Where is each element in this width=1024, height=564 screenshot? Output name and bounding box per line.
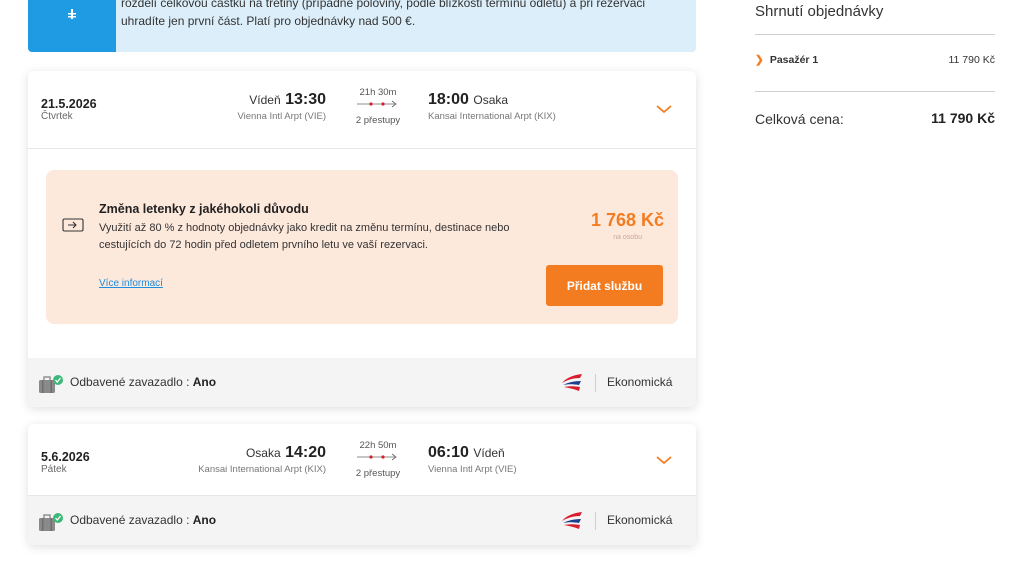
ticket-change-icon	[62, 218, 84, 232]
change-ticket-offer: Změna letenky z jakéhokoli důvodu Využit…	[46, 170, 678, 324]
baggage-value: Ano	[192, 375, 217, 389]
passenger-label: Pasažér 1	[769, 54, 819, 66]
baggage-icon	[39, 513, 63, 531]
flight-stops: 2 přestupy	[355, 115, 401, 126]
chevron-down-icon[interactable]	[655, 103, 673, 115]
flight-card-return: 5.6.2026 Pátek Osaka 14:20 Kansai Intern…	[28, 424, 696, 545]
flight-day: Pátek	[41, 464, 67, 475]
page: rozdělí celkovou částku na třetiny (příp…	[0, 0, 1024, 564]
departure: Osaka 14:20	[246, 444, 326, 462]
flight-footer: Odbavené zavazadlo : Ano Ekonomická	[28, 358, 696, 407]
flight-duration: 22h 50m	[359, 440, 397, 451]
baggage-status: Odbavené zavazadlo : Ano	[70, 375, 216, 389]
arrival-airport: Vienna Intl Arpt (VIE)	[428, 464, 517, 475]
arrival: 06:10 Vídeň	[428, 444, 505, 462]
arrival-airport: Kansai International Arpt (KIX)	[428, 111, 556, 122]
summary-divider	[755, 34, 995, 35]
route-arrow-icon	[357, 453, 397, 461]
info-icon	[68, 9, 76, 19]
offer-per-person: na osobu	[613, 234, 642, 241]
baggage-label: Odbavené zavazadlo :	[70, 375, 193, 389]
footer-divider	[595, 374, 596, 392]
airline-logo-icon	[562, 512, 582, 529]
more-info-link[interactable]: Více informací	[99, 278, 163, 289]
flight-stops: 2 přestupy	[355, 468, 401, 479]
chevron-right-icon: ❯	[755, 54, 764, 66]
offer-title: Změna letenky z jakéhokoli důvodu	[99, 202, 309, 216]
flight-day: Čtvrtek	[41, 111, 73, 122]
flight-date: 21.5.2026	[41, 97, 97, 111]
departure-airport: Kansai International Arpt (KIX)	[198, 464, 326, 475]
total-label: Celková cena:	[755, 111, 844, 127]
flight-card-outbound: 21.5.2026 Čtvrtek Vídeň 13:30 Vienna Int…	[28, 71, 696, 407]
arrival: 18:00 Osaka	[428, 91, 508, 109]
flight-date: 5.6.2026	[41, 450, 90, 464]
baggage-icon	[39, 375, 63, 393]
flight-footer: Odbavené zavazadlo : Ano Ekonomická	[28, 496, 696, 545]
flight-leg-outbound[interactable]: 21.5.2026 Čtvrtek Vídeň 13:30 Vienna Int…	[28, 71, 696, 149]
airline-logo-icon	[562, 374, 582, 391]
passenger-price: 11 790 Kč	[948, 54, 995, 66]
cabin-class: Ekonomická	[607, 375, 673, 389]
departure-airport: Vienna Intl Arpt (VIE)	[237, 111, 326, 122]
footer-divider	[595, 512, 596, 530]
summary-divider	[755, 91, 995, 92]
departure-time: 13:30	[285, 91, 326, 108]
banner-accent	[28, 0, 116, 52]
flight-leg-return[interactable]: 5.6.2026 Pátek Osaka 14:20 Kansai Intern…	[28, 424, 696, 496]
cabin-class: Ekonomická	[607, 513, 673, 527]
departure-city: Vídeň	[249, 93, 281, 107]
offer-price: 1 768 Kč	[590, 210, 664, 230]
arrival-time: 06:10	[428, 444, 469, 461]
summary-title: Shrnutí objednávky	[755, 3, 884, 20]
total-value: 11 790 Kč	[931, 110, 995, 126]
flight-duration: 21h 30m	[359, 87, 397, 98]
arrival-city: Vídeň	[473, 446, 505, 460]
route-arrow-icon	[357, 100, 397, 108]
passenger-row[interactable]: ❯ Pasažér 1	[755, 54, 818, 66]
baggage-value: Ano	[192, 513, 217, 527]
baggage-label: Odbavené zavazadlo :	[70, 513, 193, 527]
departure-time: 14:20	[285, 444, 326, 461]
departure: Vídeň 13:30	[249, 91, 326, 109]
banner-text: rozdělí celkovou částku na třetiny (příp…	[121, 0, 646, 28]
chevron-down-icon[interactable]	[655, 454, 673, 466]
arrival-time: 18:00	[428, 91, 469, 108]
info-banner: rozdělí celkovou částku na třetiny (příp…	[28, 0, 696, 52]
baggage-status: Odbavené zavazadlo : Ano	[70, 513, 216, 527]
arrival-city: Osaka	[473, 93, 509, 107]
offer-description: Využití až 80 % z hodnoty objednávky jak…	[99, 222, 510, 251]
departure-city: Osaka	[245, 446, 281, 460]
add-service-button[interactable]: Přidat službu	[546, 265, 663, 306]
